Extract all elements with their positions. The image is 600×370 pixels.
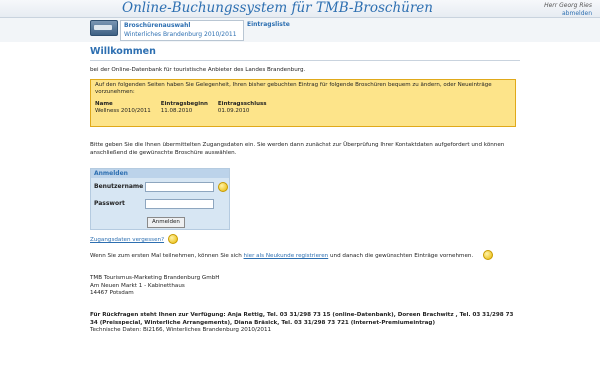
main-content: Willkommen bei der Online-Datenbank für … <box>90 46 520 333</box>
cell-end: 01.09.2010 <box>217 108 250 114</box>
technical-info: Technische Daten: Bi2166, Winterliches B… <box>90 327 272 333</box>
brochure-table: Name Eintragsbeginn Eintragsschluss Well… <box>95 101 277 114</box>
cell-start: 11.08.2010 <box>160 108 193 114</box>
password-input[interactable] <box>145 199 214 209</box>
login-title: Anmelden <box>91 169 229 178</box>
navigation-bar: Broschürenauswahl Winterliches Brandenbu… <box>0 18 600 42</box>
login-button[interactable]: Anmelden <box>147 217 185 228</box>
address-line: TMB Tourismus-Marketing Brandenburg GmbH <box>90 275 220 281</box>
password-row: Passwort <box>91 197 229 213</box>
intro-text: bei der Online-Datenbank für touristisch… <box>90 67 306 73</box>
register-suffix: und danach die gewünschten Einträge vorn… <box>328 253 474 259</box>
page-title: Willkommen <box>90 46 520 61</box>
column-header-end: Eintragsschluss <box>217 101 267 107</box>
notice-text: Auf den folgenden Seiten haben Sie Geleg… <box>95 82 492 95</box>
contact-text: Für Rückfragen steht Ihnen zur Verfügung… <box>90 312 514 326</box>
user-panel: Herr Georg Ries abmelden <box>544 2 592 18</box>
username-row: Benutzername <box>91 180 229 196</box>
column-header-name: Name <box>95 101 113 107</box>
brochure-selector[interactable]: Broschürenauswahl Winterliches Brandenbu… <box>120 20 244 41</box>
register-text: Wenn Sie zum ersten Mal teilnehmen, könn… <box>90 253 520 261</box>
selected-brochure: Winterliches Brandenburg 2010/2011 <box>124 31 237 38</box>
login-form: Anmelden Benutzername Passwort Anmelden <box>90 168 230 230</box>
logout-link[interactable]: abmelden <box>544 10 592 18</box>
username-input[interactable] <box>145 182 214 192</box>
app-title: Online-Buchungssystem für TMB-Broschüren <box>122 0 433 16</box>
username-label: Benutzername <box>94 183 144 190</box>
table-header-row: Name Eintragsbeginn Eintragsschluss <box>95 101 277 108</box>
help-icon[interactable] <box>218 182 228 192</box>
cell-name: Wellness 2010/2011 <box>95 108 151 114</box>
column-header-start: Eintragsbeginn <box>160 101 208 107</box>
table-row: Wellness 2010/2011 11.08.2010 01.09.2010 <box>95 108 277 114</box>
tab-entries[interactable]: Eintragsliste <box>247 21 290 28</box>
app-header: Online-Buchungssystem für TMB-Broschüren… <box>0 0 600 18</box>
brochure-selector-label: Broschürenauswahl <box>124 22 191 29</box>
register-link[interactable]: hier als Neukunde registrieren <box>244 253 329 259</box>
user-name: Herr Georg Ries <box>544 2 592 9</box>
brochure-logo-icon <box>90 20 118 36</box>
booking-notice: Auf den folgenden Seiten haben Sie Geleg… <box>90 79 516 127</box>
address-line: Am Neuen Markt 1 - Kabinetthaus <box>90 282 185 289</box>
address-block: TMB Tourismus-Marketing Brandenburg GmbH… <box>90 275 520 298</box>
register-prefix: Wenn Sie zum ersten Mal teilnehmen, könn… <box>90 253 244 259</box>
password-label: Passwort <box>94 200 125 207</box>
forgot-row: Zugangsdaten vergessen? <box>90 237 164 245</box>
help-icon[interactable] <box>168 234 178 244</box>
help-icon[interactable] <box>483 250 493 260</box>
address-line: 14467 Potsdam <box>90 290 134 296</box>
instructions-text: Bitte geben Sie die Ihnen übermittelten … <box>90 142 505 156</box>
forgot-credentials-link[interactable]: Zugangsdaten vergessen? <box>90 237 164 243</box>
